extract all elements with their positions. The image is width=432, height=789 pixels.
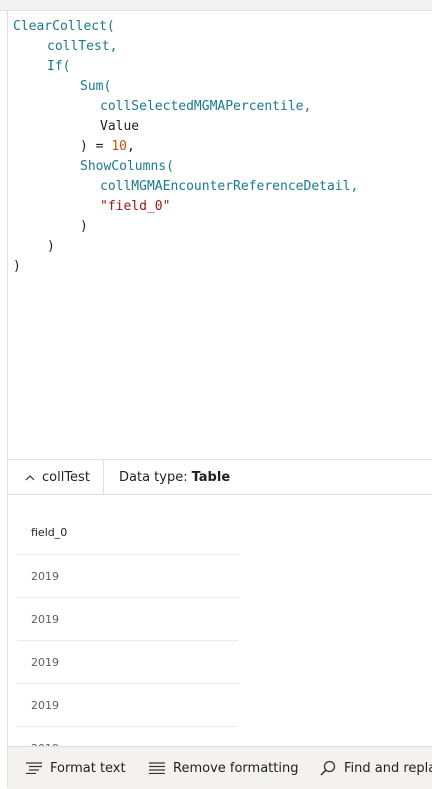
code-line-collselected: collSelectedMGMAPercentile, — [100, 99, 312, 114]
table-row: 2019 — [17, 641, 238, 684]
number-literal: 10 — [111, 139, 127, 154]
data-type-value: Table — [191, 469, 231, 485]
formula-toolbar: Format text Remove formatting Find and r… — [8, 746, 432, 789]
data-type-label: Data type: — [119, 469, 188, 485]
remove-formatting-label: Remove formatting — [173, 760, 299, 776]
code-line-colltest: collTest, — [47, 39, 118, 54]
collapse-result-button[interactable]: collTest — [8, 460, 104, 494]
format-text-label: Format text — [50, 760, 126, 776]
remove-formatting-button[interactable]: Remove formatting — [149, 747, 298, 789]
remove-formatting-icon — [149, 762, 165, 774]
column-header: field_0 — [17, 511, 238, 555]
search-icon — [320, 760, 336, 776]
find-replace-button[interactable]: Find and replace — [320, 747, 432, 789]
table-row: 2019 — [17, 598, 238, 641]
code-line-if: If( — [47, 59, 71, 74]
code-line-close-showcolumns: ) — [80, 219, 88, 234]
table-row: 2019 — [17, 555, 238, 598]
table-row: 2019 — [17, 684, 238, 727]
formula-editor[interactable]: ClearCollect( collTest, If( Sum( collSel… — [8, 11, 432, 459]
collection-name: collTest — [42, 469, 90, 485]
format-text-icon — [26, 762, 42, 774]
data-type: Data type: Table — [119, 460, 230, 494]
format-text-button[interactable]: Format text — [26, 747, 126, 789]
code-line-value: Value — [100, 119, 140, 134]
equals-operator: ) = — [80, 139, 112, 154]
code-line-collmgma: collMGMAEncounterReferenceDetail, — [100, 179, 359, 194]
code-line-close-if: ) — [47, 239, 55, 254]
result-table: field_0 2019 2019 2019 2019 2019 — [17, 511, 238, 770]
code-line-close-clearcollect: ) — [13, 259, 21, 274]
find-replace-label: Find and replace — [344, 760, 432, 776]
code-line-equals: ) = 10, — [80, 137, 135, 157]
code-line-field0: "field_0" — [100, 199, 171, 214]
code-line-clearcollect: ClearCollect( — [13, 19, 115, 34]
code-line-showcolumns: ShowColumns( — [80, 159, 174, 174]
result-header: collTest Data type: Table — [8, 459, 432, 495]
code-line-sum: Sum( — [80, 79, 112, 94]
chevron-up-icon — [20, 471, 40, 484]
top-strip — [0, 0, 432, 11]
comma: , — [126, 139, 135, 154]
